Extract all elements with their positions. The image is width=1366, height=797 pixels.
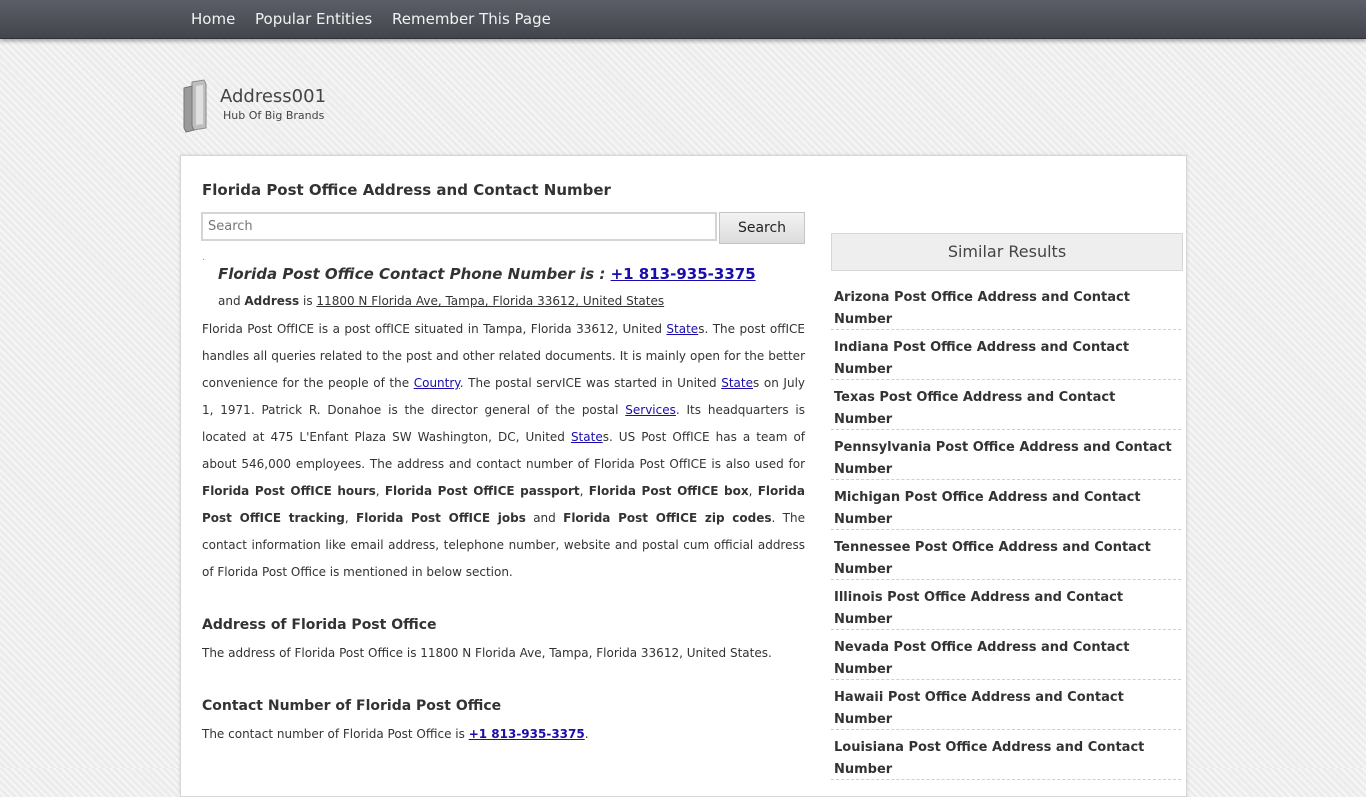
list-item: Indiana Post Office Address and Contact … — [831, 330, 1181, 380]
desc-link-services[interactable]: Services — [625, 403, 676, 417]
desc-keyword: Florida Post OffICE hours — [202, 484, 376, 498]
desc-separator: , — [375, 484, 385, 498]
phone-link[interactable]: +1 813-935-3375 — [611, 265, 756, 283]
desc-keyword: Florida Post OffICE jobs — [356, 511, 526, 525]
similar-result-link[interactable]: Hawaii Post Office Address and Contact N… — [834, 690, 1124, 727]
desc-separator: and — [525, 511, 564, 525]
list-item: Tennessee Post Office Address and Contac… — [831, 530, 1181, 580]
list-item: Hawaii Post Office Address and Contact N… — [831, 680, 1181, 730]
address-label: Address — [244, 294, 300, 308]
top-nav-bar: Home Popular Entities Remember This Page — [0, 0, 1366, 39]
contact-section-text: The contact number of Florida Post Offic… — [202, 727, 589, 741]
desc-link-state[interactable]: State — [666, 322, 698, 336]
site-tagline: Hub Of Big Brands — [223, 109, 325, 122]
similar-result-link[interactable]: Nevada Post Office Address and Contact N… — [834, 640, 1129, 677]
list-item: Louisiana Post Office Address and Contac… — [831, 730, 1181, 780]
list-item: Illinois Post Office Address and Contact… — [831, 580, 1181, 630]
list-item: Pennsylvania Post Office Address and Con… — [831, 430, 1181, 480]
similar-results-list: Arizona Post Office Address and Contact … — [831, 280, 1181, 780]
phone-summary: Florida Post Office Contact Phone Number… — [218, 265, 756, 283]
address-section-title: Address of Florida Post Office — [202, 617, 437, 633]
similar-result-link[interactable]: Illinois Post Office Address and Contact… — [834, 590, 1123, 627]
desc-link-state[interactable]: State — [721, 376, 753, 390]
similar-result-link[interactable]: Tennessee Post Office Address and Contac… — [834, 540, 1151, 577]
main-card: Florida Post Office Address and Contact … — [180, 155, 1187, 797]
description-paragraph: Florida Post OffICE is a post offICE sit… — [202, 316, 805, 586]
site-logo-icon[interactable] — [180, 78, 210, 136]
nav-popular-entities-link[interactable]: Popular Entities — [255, 10, 372, 28]
similar-result-link[interactable]: Arizona Post Office Address and Contact … — [834, 290, 1130, 327]
search-button[interactable]: Search — [719, 212, 805, 244]
similar-results-header: Similar Results — [831, 233, 1183, 271]
contact-phone-link[interactable]: +1 813-935-3375 — [469, 727, 585, 741]
phone-summary-label: Florida Post Office Contact Phone Number… — [218, 265, 611, 283]
desc-separator: , — [579, 484, 589, 498]
desc-link-country[interactable]: Country — [414, 376, 460, 390]
address-is: is — [299, 294, 317, 308]
nav-remember-page-link[interactable]: Remember This Page — [392, 10, 551, 28]
search-input[interactable] — [201, 212, 717, 241]
desc-text: Florida Post OffICE is a post offICE sit… — [202, 322, 667, 336]
contact-text-suffix: . — [584, 727, 589, 741]
dot-mark: . — [202, 253, 205, 263]
desc-keyword: Florida Post OffICE box — [588, 484, 749, 498]
desc-link-state[interactable]: State — [571, 430, 603, 444]
list-item: Nevada Post Office Address and Contact N… — [831, 630, 1181, 680]
desc-separator: , — [344, 511, 357, 525]
list-item: Michigan Post Office Address and Contact… — [831, 480, 1181, 530]
site-title[interactable]: Address001 — [220, 86, 326, 107]
contact-text-prefix: The contact number of Florida Post Offic… — [202, 727, 469, 741]
list-item: Texas Post Office Address and Contact Nu… — [831, 380, 1181, 430]
desc-keyword: Florida Post OffICE passport — [384, 484, 580, 498]
similar-result-link[interactable]: Indiana Post Office Address and Contact … — [834, 340, 1129, 377]
list-item: Arizona Post Office Address and Contact … — [831, 280, 1181, 330]
desc-text: . The postal servICE was started in Unit… — [459, 376, 722, 390]
contact-section-title: Contact Number of Florida Post Office — [202, 698, 502, 714]
similar-result-link[interactable]: Michigan Post Office Address and Contact… — [834, 490, 1141, 527]
address-section-text: The address of Florida Post Office is 11… — [202, 646, 772, 660]
address-prefix: and — [218, 294, 245, 308]
similar-result-link[interactable]: Texas Post Office Address and Contact Nu… — [834, 390, 1115, 427]
page-title: Florida Post Office Address and Contact … — [202, 181, 611, 199]
desc-keyword: Florida Post OffICE zip codes — [563, 511, 772, 525]
address-summary: and Address is 11800 N Florida Ave, Tamp… — [218, 294, 664, 308]
nav-home-link[interactable]: Home — [191, 10, 235, 28]
address-link[interactable]: 11800 N Florida Ave, Tampa, Florida 3361… — [316, 294, 664, 308]
desc-separator: , — [748, 484, 758, 498]
similar-result-link[interactable]: Pennsylvania Post Office Address and Con… — [834, 440, 1172, 477]
similar-result-link[interactable]: Louisiana Post Office Address and Contac… — [834, 740, 1144, 777]
